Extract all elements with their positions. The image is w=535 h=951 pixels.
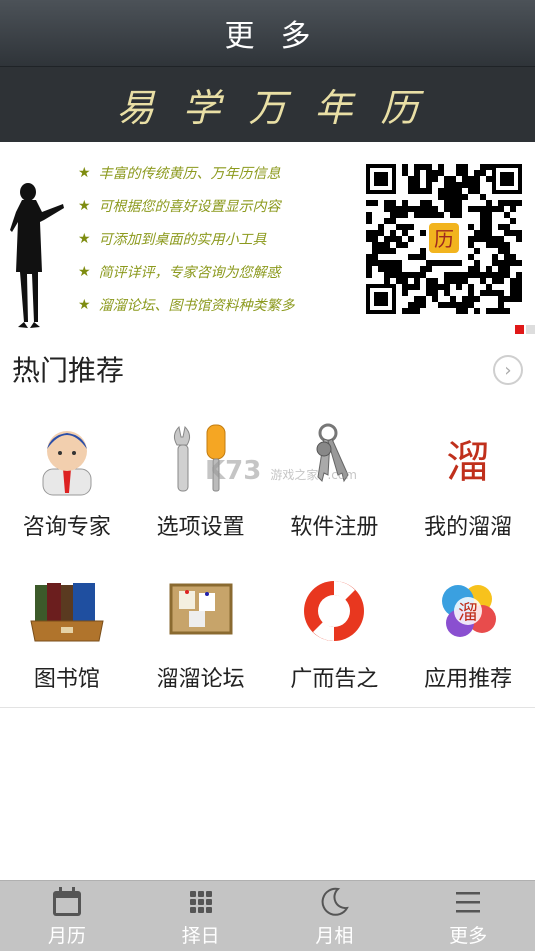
lifebuoy-icon [304,581,365,641]
tile-announcements[interactable]: 广而告之 [268,557,402,709]
promo-banner[interactable]: ★ 丰富的传统黄历、万年历信息 ★ 可根据您的喜好设置显示内容 ★ 可添加到桌面的实用… [0,142,535,338]
tab-label: 月相 [315,925,354,947]
tab-more[interactable]: 更多 [401,881,535,951]
feature-item: ★ 可添加到桌面的实用小工具 [78,230,267,248]
tile-consult-expert[interactable]: 咨询专家 [0,405,134,557]
tab-select-date[interactable]: 择日 [134,881,268,951]
title-bar: 更多 [0,0,535,67]
page-indicator [515,325,535,334]
qr-code-icon: 历 [366,164,522,314]
feature-item: ★ 丰富的传统黄历、万年历信息 [78,164,281,182]
feature-grid: 咨询专家 选项设置 软件注册 溜 我的溜溜 图书馆 溜溜论坛 广而告之 溜 应用… [0,405,535,709]
tile-label: 我的溜溜 [424,515,513,540]
star-icon: ★ [78,296,91,313]
page-dot [526,325,535,334]
tab-bar: 月历 择日 月相 更多 [0,880,535,951]
grid-icon [189,891,212,913]
brand-bar: 易学万年历 [0,67,535,142]
forum-board-icon [169,583,233,635]
feature-item: ★ 可根据您的喜好设置显示内容 [78,197,281,215]
tile-settings[interactable]: 选项设置 [134,405,268,557]
tile-app-recommend[interactable]: 溜 应用推荐 [401,557,535,709]
section-title: 热门推荐 [12,354,125,387]
star-icon: ★ [78,197,91,214]
tile-label: 咨询专家 [22,515,111,540]
tile-library[interactable]: 图书馆 [0,557,134,709]
page-dot [515,325,524,334]
tile-label: 广而告之 [290,667,379,692]
brand-name: 易学万年历 [116,86,447,130]
feature-item: ★ 溜溜论坛、图书馆资料种类繁多 [78,296,295,314]
star-icon: ★ [78,164,91,181]
tile-label: 溜溜论坛 [156,667,245,692]
tile-label: 选项设置 [156,515,245,540]
divider [0,707,535,708]
qr-logo-glyph: 历 [434,227,454,251]
woman-silhouette-icon [10,183,64,328]
tab-label: 择日 [181,925,220,947]
moon-icon [321,887,350,916]
tab-label: 更多 [449,925,488,947]
menu-icon [456,892,481,913]
keys-icon [316,423,349,483]
consult-expert-icon [42,431,92,496]
tab-label: 月历 [47,925,86,947]
settings-tools-icon [173,424,226,492]
tile-label: 图书馆 [33,667,100,692]
page-title: 更多 [224,19,337,54]
tab-calendar[interactable]: 月历 [0,881,134,951]
tile-my-liuliu[interactable]: 溜 我的溜溜 [401,405,535,557]
section-header: 热门推荐 › [0,338,535,400]
feature-item: ★ 简评详评，专家咨询为您解惑 [78,263,281,281]
svg-text:溜: 溜 [446,437,490,488]
svg-text:溜: 溜 [458,600,478,624]
tile-forum[interactable]: 溜溜论坛 [134,557,268,709]
calendar-icon [52,887,81,916]
tile-register[interactable]: 软件注册 [268,405,402,557]
app-recommend-icon: 溜 [442,585,497,637]
star-icon: ★ [78,263,91,280]
chevron-right-icon[interactable]: › [493,355,523,385]
tab-moon-phase[interactable]: 月相 [268,881,402,951]
feature-list: ★ 丰富的传统黄历、万年历信息 ★ 可根据您的喜好设置显示内容 ★ 可添加到桌面的实用… [78,156,358,321]
star-icon: ★ [78,230,91,247]
tile-label: 软件注册 [290,515,379,540]
library-books-icon [30,583,104,642]
liuliu-seal-icon: 溜 [446,437,490,488]
tile-label: 应用推荐 [424,667,513,692]
